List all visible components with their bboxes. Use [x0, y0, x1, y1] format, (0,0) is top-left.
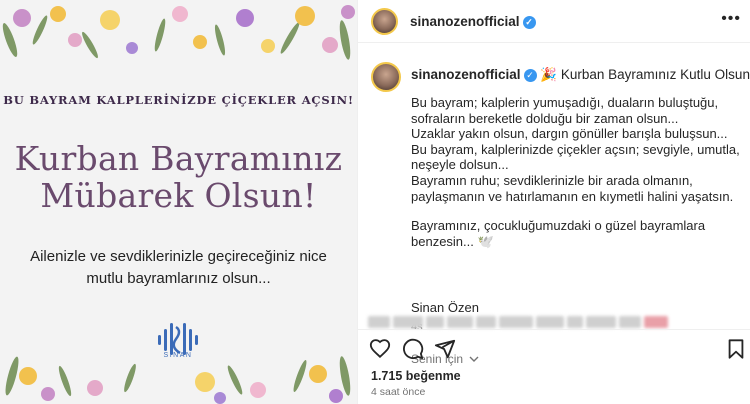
image-title-line2: Mübarek Olsun!	[40, 176, 317, 215]
image-tagline: BU BAYRAM KALPLERİNİZDE ÇİÇEKLER AÇSIN!	[3, 93, 354, 107]
caption-first-line: sinanozenofficial ✓ 🎉 Kurban Bayramınız K…	[411, 67, 750, 83]
caption-paragraph: Bayramınız, çocukluğumuzdaki o güzel bay…	[411, 218, 706, 249]
post-side-panel: sinanozenofficial ✓ ••• sinanozenofficial…	[357, 0, 750, 404]
verified-icon: ✓	[522, 15, 536, 29]
blurred-comment-row	[368, 313, 743, 328]
comment-icon[interactable]	[402, 338, 424, 360]
caption-username[interactable]: sinanozenofficial	[411, 67, 521, 82]
flower-border-top	[2, 5, 355, 60]
caption-greeting: 🎉 Kurban Bayramınız Kutlu Olsun 🌿	[540, 67, 750, 82]
image-body-line2: mutlu bayramlarınız olsun...	[86, 270, 271, 287]
caption-paragraph: Uzaklar yakın olsun, dargın gönüller bar…	[411, 126, 728, 142]
post-image[interactable]: BU BAYRAM KALPLERİNİZDE ÇİÇEKLER AÇSIN! …	[0, 0, 357, 404]
caption-body: Bu bayram; kalplerin yumuşadığı, duaları…	[411, 95, 741, 249]
caption-paragraph: Bayramın ruhu; sevdiklerinizle bir arada…	[411, 172, 734, 204]
image-body-line1: Ailenizle ve sevdiklerinizle geçireceğin…	[30, 248, 327, 265]
likes-count[interactable]: 1.715 beğenme	[371, 369, 461, 383]
share-icon[interactable]	[434, 338, 456, 360]
caption-paragraph: Bu bayram, kalplerinizde çiçekler açsın;…	[411, 141, 740, 173]
image-title: Kurban Bayramınız Mübarek Olsun!	[0, 140, 357, 214]
header-username[interactable]: sinanozenofficial ✓	[410, 14, 536, 29]
flower-border-bottom	[5, 356, 351, 404]
image-body-text: Ailenizle ve sevdiklerinizle geçireceğin…	[20, 246, 337, 290]
more-icon[interactable]: •••	[721, 10, 741, 28]
avatar[interactable]	[371, 8, 398, 35]
caption-paragraph: Bu bayram; kalplerin yumuşadığı, duaları…	[411, 95, 719, 126]
caption-avatar[interactable]	[371, 62, 401, 92]
post-header: sinanozenofficial ✓ •••	[358, 0, 750, 43]
heart-icon[interactable]	[369, 338, 391, 360]
verified-icon: ✓	[523, 68, 537, 82]
post-actions	[358, 329, 750, 364]
image-title-line1: Kurban Bayramınız	[14, 139, 343, 178]
header-username-text[interactable]: sinanozenofficial	[410, 14, 520, 29]
post-timestamp[interactable]: 4 saat önce	[371, 386, 425, 398]
bookmark-icon[interactable]	[725, 338, 747, 360]
